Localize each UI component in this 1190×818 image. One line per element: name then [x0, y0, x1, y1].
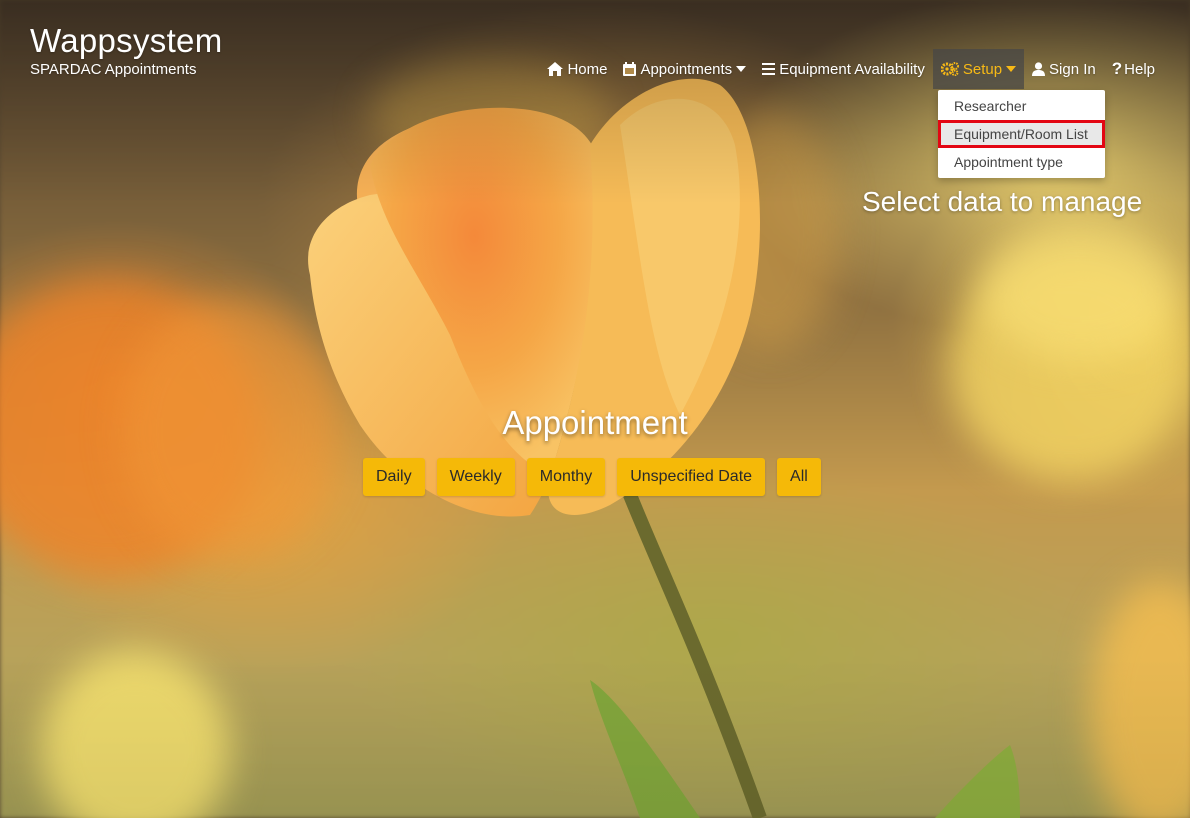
- menu-item-equipment-room-list[interactable]: Equipment/Room List: [938, 120, 1105, 148]
- setup-dropdown-menu: Researcher Equipment/Room List Appointme…: [938, 90, 1105, 178]
- daily-button[interactable]: Daily: [363, 458, 425, 496]
- nav-home-label: Home: [567, 60, 608, 78]
- home-icon: [547, 62, 564, 76]
- view-button-group: Daily Weekly Monthy Unspecified Date All: [363, 458, 821, 496]
- user-icon: [1032, 62, 1046, 76]
- chevron-down-icon: [1006, 66, 1017, 72]
- weekly-button[interactable]: Weekly: [436, 458, 515, 496]
- brand-subtitle: SPARDAC Appointments: [30, 61, 197, 78]
- main-nav: Home Appointments Equipment Availability…: [539, 49, 1163, 89]
- nav-sign-in[interactable]: Sign In: [1024, 49, 1104, 89]
- list-icon: [762, 63, 776, 75]
- nav-equipment-availability[interactable]: Equipment Availability: [754, 49, 933, 89]
- nav-appointments[interactable]: Appointments: [615, 49, 754, 89]
- nav-appointments-label: Appointments: [640, 60, 733, 78]
- nav-help[interactable]: ? Help: [1104, 49, 1163, 89]
- brand-title[interactable]: Wappsystem: [30, 22, 223, 60]
- nav-setup[interactable]: Setup: [932, 49, 1025, 89]
- brand[interactable]: Wappsystem SPARDAC Appointments: [30, 22, 223, 80]
- monthly-button[interactable]: Monthy: [526, 458, 606, 496]
- nav-equipment-label: Equipment Availability: [779, 60, 925, 78]
- chevron-down-icon: [736, 66, 747, 72]
- nav-help-label: Help: [1124, 60, 1155, 78]
- annotation-caption: Select data to manage: [862, 186, 1143, 217]
- all-button[interactable]: All: [777, 458, 821, 496]
- menu-item-appointment-type[interactable]: Appointment type: [938, 148, 1105, 176]
- question-icon: ?: [1111, 59, 1123, 78]
- cogs-icon: [940, 62, 959, 76]
- calendar-icon: [623, 62, 637, 76]
- nav-home[interactable]: Home: [539, 49, 615, 89]
- unspecified-date-button[interactable]: Unspecified Date: [617, 458, 766, 496]
- nav-setup-label: Setup: [962, 60, 1003, 78]
- nav-sign-in-label: Sign In: [1049, 60, 1096, 78]
- menu-item-researcher[interactable]: Researcher: [938, 92, 1105, 120]
- page-title: Appointment: [502, 404, 688, 441]
